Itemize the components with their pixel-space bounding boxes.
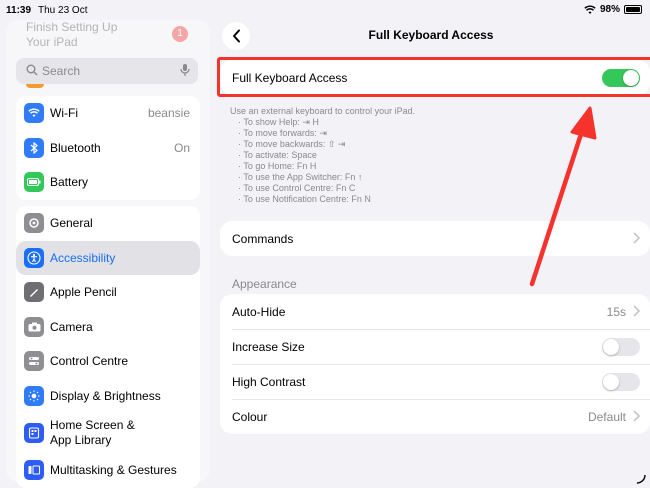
corner-indicator [636, 474, 646, 484]
annotation-arrow [529, 106, 597, 287]
